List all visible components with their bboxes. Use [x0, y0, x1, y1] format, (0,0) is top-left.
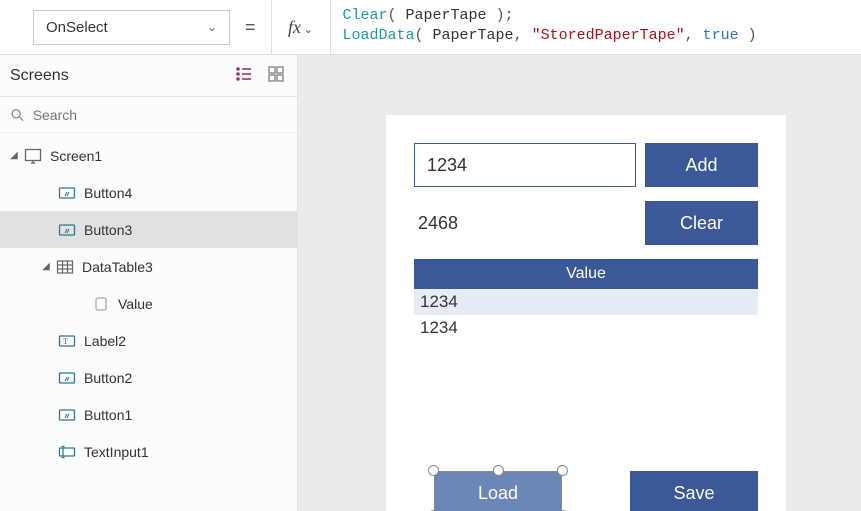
label-icon: T: [58, 332, 76, 350]
tree-item-label: TextInput1: [84, 444, 149, 460]
button-icon: [58, 369, 76, 387]
property-selector-value: OnSelect: [46, 19, 108, 36]
tree-item-label: Label2: [84, 333, 126, 349]
list-view-icon[interactable]: [235, 65, 253, 86]
button-icon: [58, 184, 76, 202]
tree-item-datatable3[interactable]: ◢ DataTable3: [0, 248, 297, 285]
data-table[interactable]: Value 1234 1234: [414, 259, 758, 341]
textinput-icon: [58, 443, 76, 461]
tree-view: ◢ Screen1 Button4 Button3 ◢: [0, 133, 297, 470]
canvas[interactable]: Add 2468 Clear Value 1234 1234 Load: [298, 55, 861, 511]
tree-item-label: Button3: [84, 222, 132, 238]
tree-item-label: Button4: [84, 185, 132, 201]
clear-button[interactable]: Clear: [645, 201, 758, 245]
selected-control-load[interactable]: Load: [434, 471, 562, 511]
screen-icon: [24, 147, 42, 165]
search-input[interactable]: [33, 107, 287, 123]
tree-item-button1[interactable]: Button1: [0, 396, 297, 433]
grid-view-icon[interactable]: [267, 65, 285, 86]
chevron-down-icon: ⌄: [207, 20, 217, 34]
svg-text:T: T: [63, 337, 68, 346]
tree-item-label: Value: [118, 296, 153, 312]
table-header: Value: [414, 259, 758, 289]
tree-item-button2[interactable]: Button2: [0, 359, 297, 396]
equals-label: =: [245, 17, 256, 38]
sum-label: 2468: [414, 213, 458, 234]
column-icon: [92, 295, 110, 313]
tree-item-value-column[interactable]: Value: [0, 285, 297, 322]
formula-input[interactable]: Clear( PaperTape ); LoadData( PaperTape,…: [331, 0, 861, 55]
datatable-icon: [56, 258, 74, 276]
resize-handle[interactable]: [428, 465, 439, 476]
property-selector[interactable]: OnSelect ⌄: [33, 10, 230, 45]
fx-button[interactable]: fx ⌄: [271, 0, 331, 55]
search-row[interactable]: [0, 97, 297, 133]
load-button[interactable]: Load: [434, 471, 562, 511]
number-input[interactable]: [414, 143, 636, 187]
button-icon: [58, 221, 76, 239]
add-button[interactable]: Add: [645, 143, 758, 187]
tree-item-label: Button1: [84, 407, 132, 423]
fx-label: fx ⌄: [288, 17, 313, 38]
button-icon: [58, 406, 76, 424]
screens-panel: Screens ◢ Screen1: [0, 55, 298, 511]
tree-item-label2[interactable]: T Label2: [0, 322, 297, 359]
table-row[interactable]: 1234: [414, 289, 758, 315]
tree-item-label: DataTable3: [82, 259, 153, 275]
resize-handle[interactable]: [557, 465, 568, 476]
screens-panel-header: Screens: [0, 55, 297, 97]
tree-item-label: Button2: [84, 370, 132, 386]
collapse-icon[interactable]: ◢: [40, 261, 52, 273]
formula-bar: OnSelect ⌄ = fx ⌄ Clear( PaperTape ); Lo…: [0, 0, 861, 55]
tree-item-button3[interactable]: Button3: [0, 211, 297, 248]
tree-item-textinput1[interactable]: TextInput1: [0, 433, 297, 470]
screens-panel-title: Screens: [10, 67, 69, 85]
tree-item-label: Screen1: [50, 148, 102, 164]
search-icon: [10, 107, 25, 123]
save-button[interactable]: Save: [630, 471, 758, 511]
collapse-icon[interactable]: ◢: [8, 150, 20, 162]
table-row[interactable]: 1234: [414, 315, 758, 341]
tree-item-screen1[interactable]: ◢ Screen1: [0, 137, 297, 174]
tree-item-button4[interactable]: Button4: [0, 174, 297, 211]
resize-handle[interactable]: [493, 465, 504, 476]
app-preview: Add 2468 Clear Value 1234 1234 Load: [386, 115, 786, 511]
